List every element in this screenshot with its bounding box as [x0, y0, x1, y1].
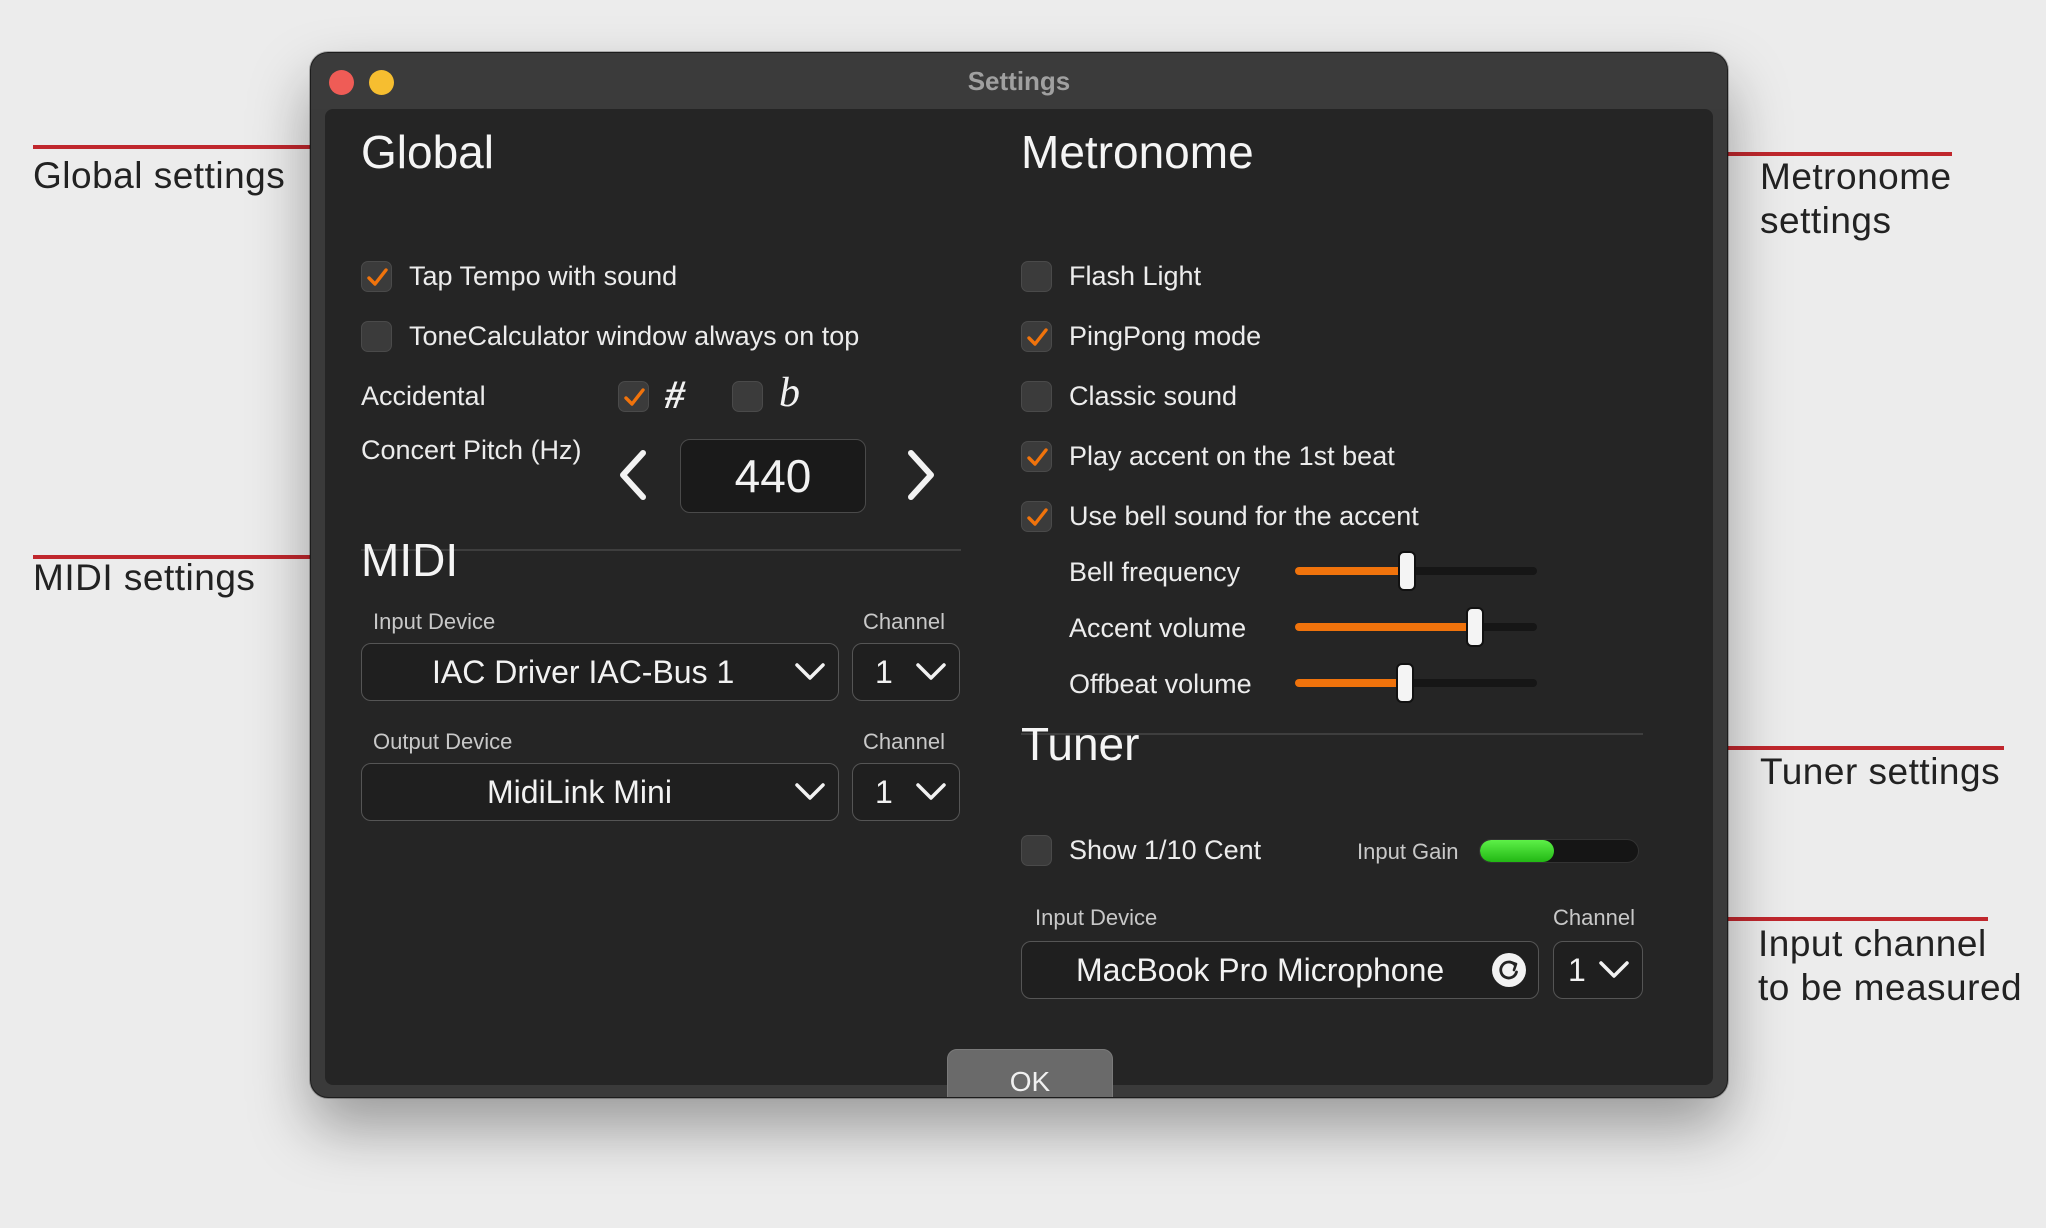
midi-input-channel-value: 1 [875, 654, 893, 690]
midi-output-device-value: MidiLink Mini [487, 774, 672, 810]
input-gain-label: Input Gain [1357, 839, 1459, 864]
show-tenth-cent-checkbox[interactable] [1021, 835, 1052, 866]
tuner-input-device-select[interactable]: MacBook Pro Microphone [1021, 941, 1539, 999]
bell-frequency-slider[interactable] [1295, 549, 1537, 593]
midi-output-channel-value: 1 [875, 774, 893, 810]
midi-output-device-label: Output Device [373, 729, 513, 754]
always-on-top-label: ToneCalculator window always on top [409, 321, 860, 351]
midi-input-channel-label: Channel [863, 609, 945, 634]
settings-content: Global Tap Tempo with sound ToneCalculat… [325, 109, 1713, 1097]
slider-fill [1295, 567, 1406, 575]
flat-symbol: b [779, 370, 800, 416]
annotation-global-settings: Global settings [33, 155, 286, 196]
chevron-down-icon [795, 663, 825, 680]
concert-pitch-label: Concert Pitch (Hz) [361, 435, 582, 465]
chevron-down-icon [916, 783, 946, 800]
classic-sound-checkbox[interactable] [1021, 381, 1052, 412]
midi-output-channel-select[interactable]: 1 [852, 763, 960, 821]
pingpong-label: PingPong mode [1069, 321, 1262, 351]
chevron-down-icon [795, 783, 825, 800]
slider-knob[interactable] [1466, 607, 1484, 647]
show-tenth-cent-label: Show 1/10 Cent [1069, 835, 1262, 865]
offbeat-volume-slider[interactable] [1295, 661, 1537, 705]
offbeat-volume-label: Offbeat volume [1069, 669, 1252, 699]
slider-fill [1295, 679, 1404, 687]
bell-accent-checkbox[interactable] [1021, 501, 1052, 532]
midi-input-device-select[interactable]: IAC Driver IAC-Bus 1 [361, 643, 839, 701]
window-title: Settings [967, 66, 1071, 96]
tap-tempo-checkbox[interactable] [361, 261, 392, 292]
slider-knob[interactable] [1396, 663, 1414, 703]
accent-first-beat-label: Play accent on the 1st beat [1069, 441, 1395, 471]
accent-volume-slider[interactable] [1295, 605, 1537, 649]
slider-knob[interactable] [1398, 551, 1416, 591]
checkmark-icon [624, 388, 645, 406]
midi-heading: MIDI [361, 534, 459, 586]
always-on-top-checkbox[interactable] [361, 321, 392, 352]
concert-pitch-field[interactable]: 440 [680, 439, 866, 513]
bell-frequency-label: Bell frequency [1069, 557, 1241, 587]
tuner-heading: Tuner [1021, 718, 1140, 770]
tuner-input-device-label: Input Device [1035, 905, 1158, 930]
accent-volume-label: Accent volume [1069, 613, 1247, 643]
chevron-down-icon [916, 663, 946, 680]
checkmark-icon [367, 268, 388, 286]
checkmark-icon [1027, 508, 1048, 526]
annotation-metronome-settings: Metronome settings [1760, 156, 1952, 241]
pingpong-checkbox[interactable] [1021, 321, 1052, 352]
annotation-line-global [33, 145, 353, 149]
chevron-right-icon[interactable] [905, 449, 939, 501]
refresh-icon[interactable] [1492, 953, 1526, 987]
midi-input-device-value: IAC Driver IAC-Bus 1 [432, 654, 735, 690]
accent-first-beat-checkbox[interactable] [1021, 441, 1052, 472]
classic-sound-label: Classic sound [1069, 381, 1238, 411]
slider-fill [1295, 623, 1474, 631]
midi-output-device-select[interactable]: MidiLink Mini [361, 763, 839, 821]
checkmark-icon [1027, 328, 1048, 346]
metronome-heading: Metronome [1021, 126, 1254, 178]
annotation-input-channel: Input channel to be measured [1758, 923, 2023, 1008]
chevron-left-icon[interactable] [615, 449, 649, 501]
tuner-channel-value: 1 [1568, 952, 1586, 988]
checkmark-icon [1027, 448, 1048, 466]
annotation-tuner-settings: Tuner settings [1760, 751, 2001, 792]
input-gain-meter [1479, 839, 1639, 863]
tap-tempo-label: Tap Tempo with sound [409, 261, 678, 291]
tuner-channel-label: Channel [1553, 905, 1635, 930]
sharp-checkbox[interactable] [618, 381, 649, 412]
tuner-input-device-value: MacBook Pro Microphone [1076, 952, 1445, 988]
flash-light-checkbox[interactable] [1021, 261, 1052, 292]
midi-output-channel-label: Channel [863, 729, 945, 754]
bell-accent-label: Use bell sound for the accent [1069, 501, 1419, 531]
sharp-symbol: # [665, 372, 685, 417]
accidental-label: Accidental [361, 381, 486, 411]
settings-window: Settings Global Tap Tempo with sound Ton… [310, 52, 1728, 1098]
annotation-midi-settings: MIDI settings [33, 557, 256, 598]
ok-button[interactable]: OK [947, 1049, 1113, 1097]
chevron-down-icon [1599, 961, 1629, 978]
flash-light-label: Flash Light [1069, 261, 1202, 291]
tuner-channel-select[interactable]: 1 [1553, 941, 1643, 999]
global-heading: Global [361, 126, 494, 178]
flat-checkbox[interactable] [732, 381, 763, 412]
midi-input-device-label: Input Device [373, 609, 496, 634]
title-bar: Settings [311, 53, 1727, 109]
input-gain-level [1480, 840, 1554, 862]
midi-input-channel-select[interactable]: 1 [852, 643, 960, 701]
